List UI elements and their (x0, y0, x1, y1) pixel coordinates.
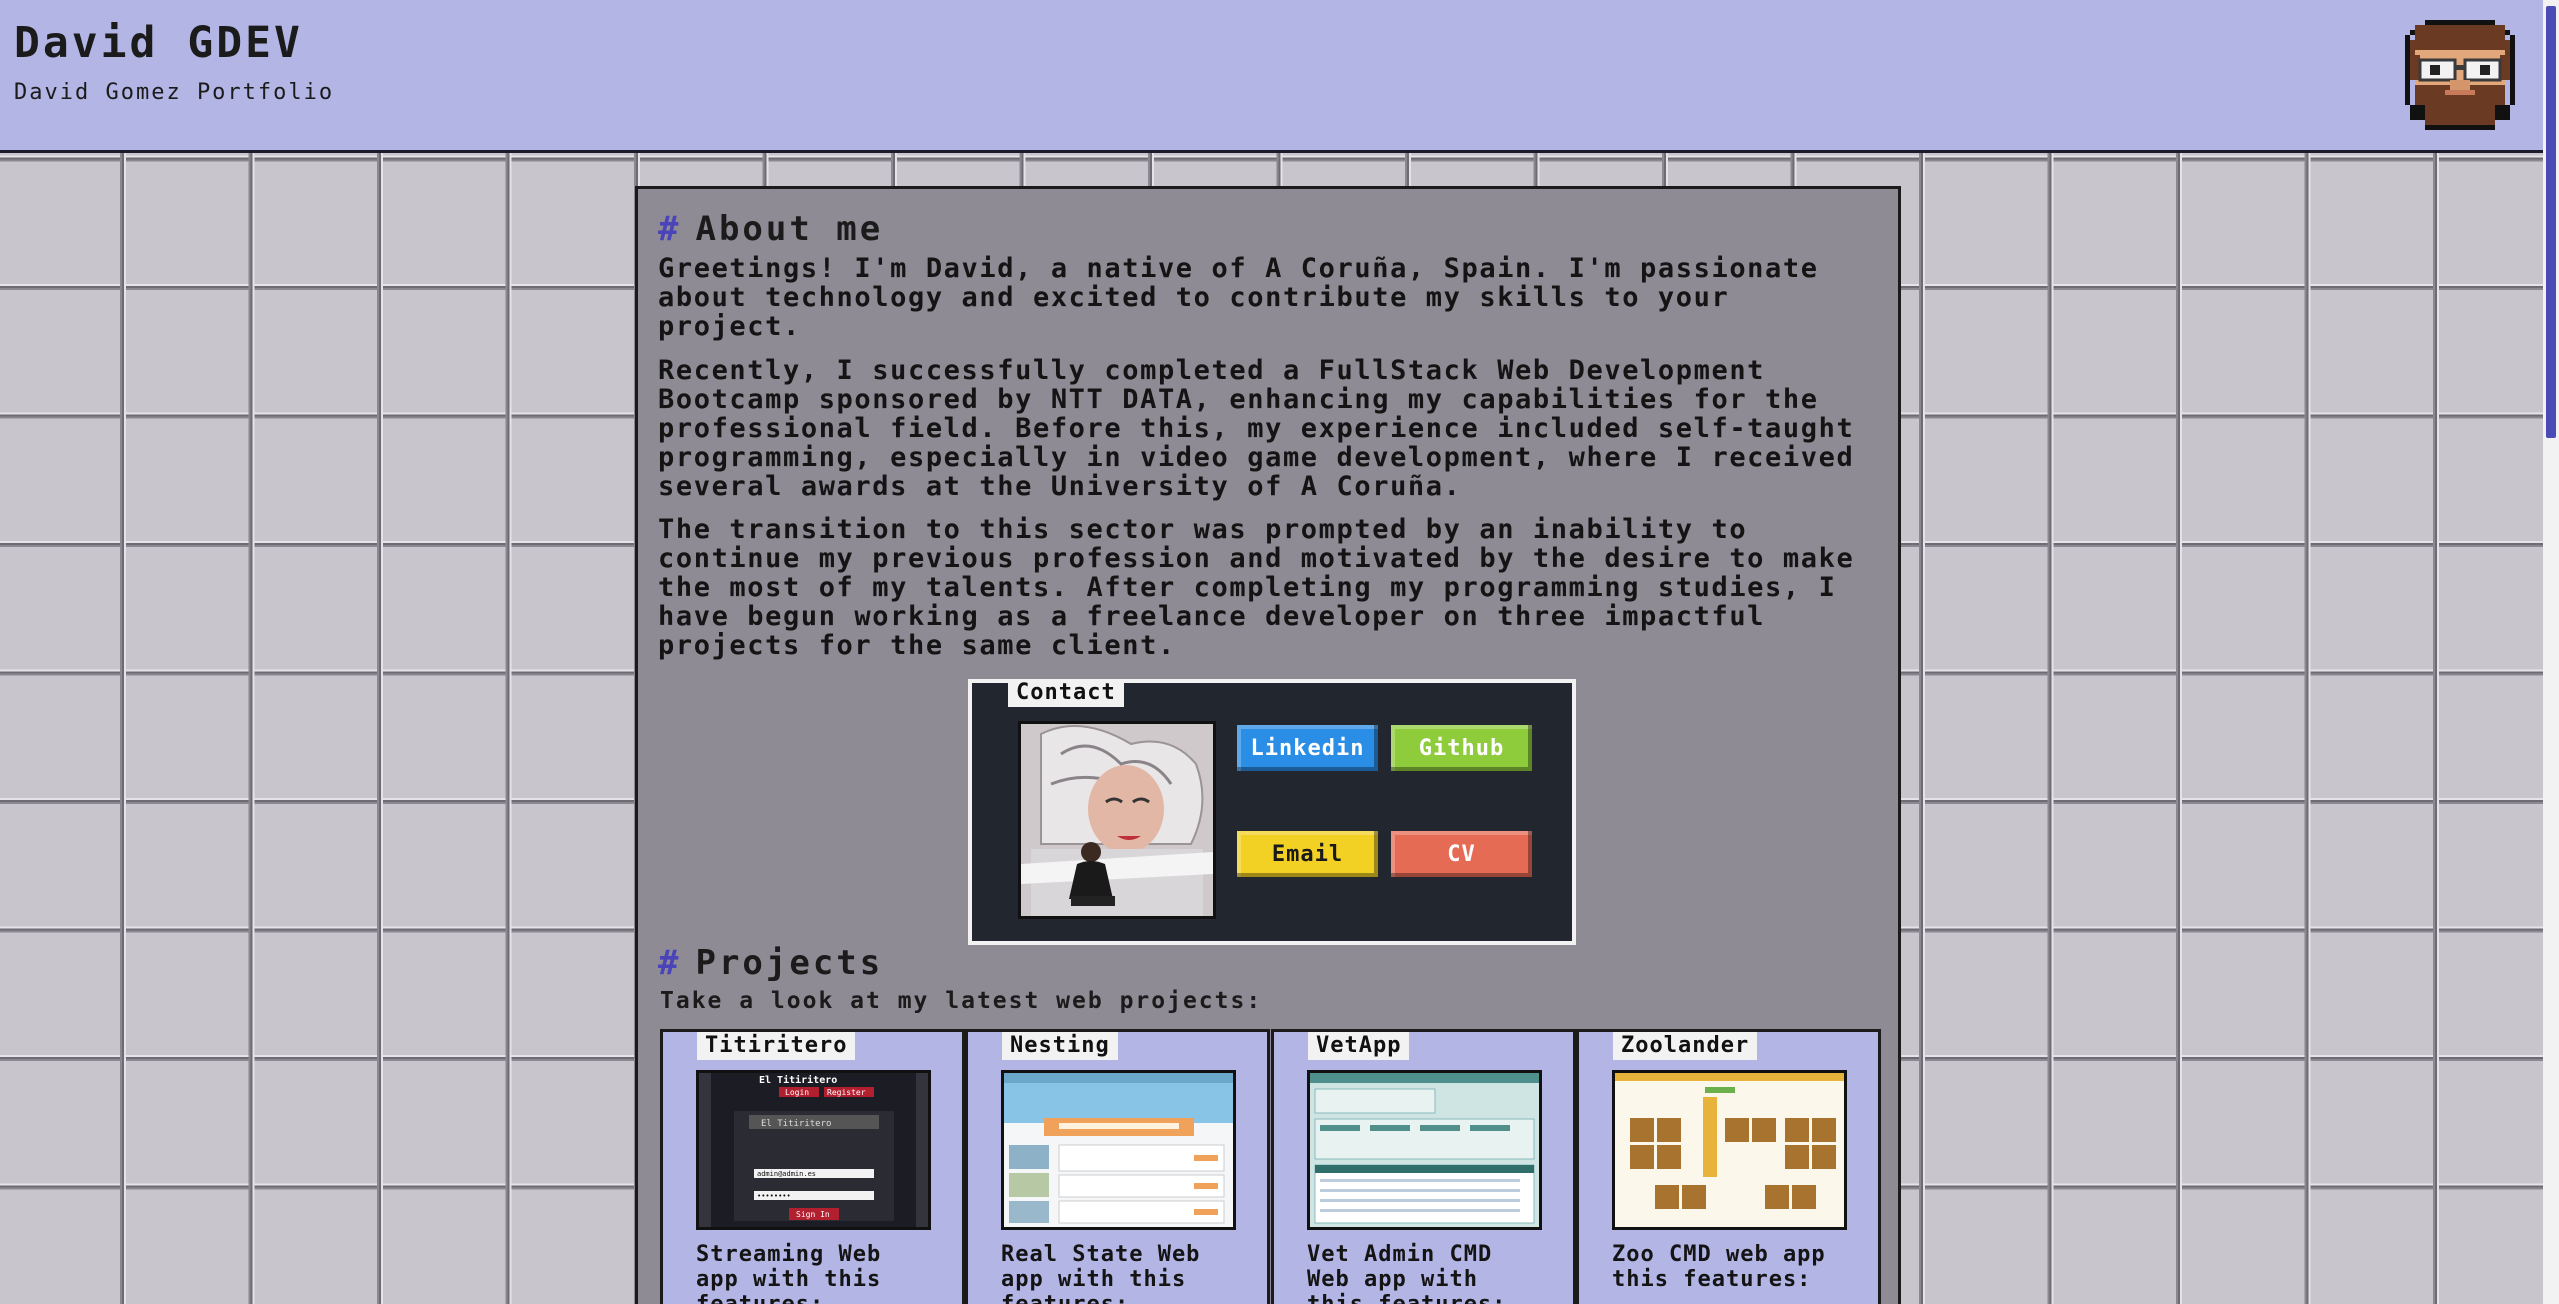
project-description: Vet Admin CMD Web app with this features… (1307, 1242, 1505, 1304)
thumb-password: •••••••• (757, 1192, 791, 1200)
thumb-sign-in: Sign In (796, 1210, 830, 1219)
project-card-titiritero[interactable]: Titiritero El Titiritero Login Register … (660, 1029, 965, 1304)
site-header: David GDEV David Gomez Portfolio (0, 0, 2543, 153)
email-button[interactable]: Email (1237, 831, 1378, 877)
profile-photo (1018, 721, 1216, 919)
site-title: David GDEV (14, 18, 303, 68)
project-description: Zoo CMD web app this features: (1612, 1242, 1826, 1292)
project-thumbnail[interactable] (1001, 1070, 1236, 1230)
github-button[interactable]: Github (1391, 725, 1532, 771)
project-card-nesting[interactable]: Nesting Real State Web app with this fea… (965, 1029, 1270, 1304)
hash-icon: # (658, 209, 682, 249)
about-section-title: # About me (658, 209, 883, 249)
projects-section-title: # Projects (658, 943, 883, 983)
about-paragraph-2: Recently, I successfully completed a Ful… (658, 355, 1855, 502)
hash-icon: # (658, 943, 682, 983)
scrollbar-thumb[interactable] (2546, 6, 2556, 438)
pixel-avatar-icon[interactable] (2400, 20, 2520, 130)
thumb-login: Login (785, 1088, 809, 1097)
project-card-vetapp[interactable]: VetApp Vet Admin CMD Web app with this f… (1271, 1029, 1576, 1304)
project-card-title: Titiritero (697, 1032, 856, 1060)
contact-legend: Contact (1008, 679, 1124, 707)
about-paragraph-3: The transition to this sector was prompt… (658, 514, 1855, 661)
projects-subtitle: Take a look at my latest web projects: (660, 988, 1263, 1014)
project-description: Real State Web app with this features: (1001, 1242, 1201, 1304)
thumb-register: Register (827, 1088, 866, 1097)
page-scrollbar[interactable] (2543, 0, 2559, 1304)
about-title-text: About me (695, 209, 884, 249)
project-thumbnail[interactable] (1612, 1070, 1847, 1230)
project-card-title: VetApp (1308, 1032, 1410, 1060)
linkedin-button[interactable]: Linkedin (1237, 725, 1378, 771)
project-card-title: Nesting (1002, 1032, 1118, 1060)
project-thumbnail[interactable]: El Titiritero Login Register El Titirite… (696, 1070, 931, 1230)
thumb-app-name: El Titiritero (759, 1074, 837, 1086)
svg-text:El Titiritero: El Titiritero (761, 1119, 831, 1129)
project-card-zoolander[interactable]: Zoolander Zoo CMD web app this features: (1576, 1029, 1881, 1304)
project-card-title: Zoolander (1613, 1032, 1758, 1060)
projects-title-text: Projects (695, 943, 884, 983)
cv-button[interactable]: CV (1391, 831, 1532, 877)
thumb-email: admin@admin.es (757, 1170, 816, 1178)
contact-box: Contact Linkedin Github Email CV (968, 679, 1576, 945)
about-paragraph-1: Greetings! I'm David, a native of A Coru… (658, 253, 1819, 342)
project-description: Streaming Web app with this features: (696, 1242, 882, 1304)
site-subtitle: David Gomez Portfolio (14, 80, 335, 105)
main-panel: # About me Greetings! I'm David, a native… (635, 186, 1901, 1304)
project-thumbnail[interactable] (1307, 1070, 1542, 1230)
